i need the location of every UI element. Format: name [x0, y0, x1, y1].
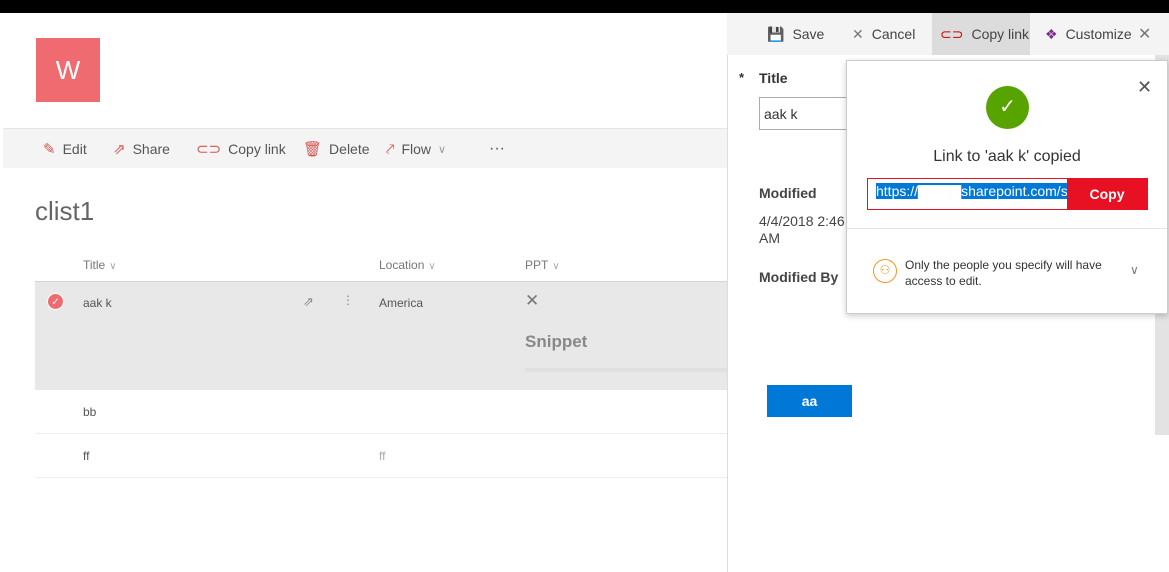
copied-message: Link to 'aak k' copied [933, 148, 1081, 165]
chevron-down-icon: ∨ [438, 143, 447, 156]
flow-button[interactable]: ⤤ Flow ∨ [386, 129, 446, 169]
ppt-error-icon: ✕ [525, 291, 540, 310]
row-location: America [379, 296, 424, 310]
title-header-label: Title [83, 258, 106, 272]
title-label: Title [759, 70, 788, 86]
list-title: clist1 [35, 196, 95, 226]
edit-label: Edit [62, 141, 87, 157]
customize-button[interactable]: ❖ Customize [1045, 13, 1132, 55]
delete-button[interactable]: 🗑 Delete [303, 129, 370, 169]
row-checkmark-icon[interactable]: ✓ [47, 293, 64, 310]
more-vertical-icon[interactable]: ⋮ [342, 293, 354, 307]
column-header-location[interactable]: Location ∨ [379, 258, 436, 272]
flow-icon: ⤤ [386, 140, 395, 158]
table-row[interactable]: ff ff [35, 434, 727, 478]
save-label: Save [792, 26, 825, 42]
modified-label: Modified [759, 185, 817, 201]
table-row[interactable]: ✓ aak k ⇗ ⋮ America ✕ Snippet [35, 281, 727, 390]
column-header-title[interactable]: Title ∨ [83, 258, 117, 272]
cancel-label: Cancel [871, 26, 916, 42]
permission-text: Only the people you specify will have ac… [905, 258, 1102, 288]
close-icon: ✕ [852, 25, 864, 42]
permission-settings-button[interactable]: ⚇ Only the people you specify will have … [847, 229, 1167, 313]
link-field: https://▇▇▇▇sharepoint.com/si Copy [867, 178, 1148, 210]
modified-value: 4/4/2018 2:46 AM [759, 213, 845, 246]
row-title[interactable]: aak k [83, 296, 112, 310]
chevron-down-icon: ∨ [1130, 263, 1139, 277]
cancel-button[interactable]: ✕ Cancel [852, 13, 915, 55]
top-bar [0, 0, 1169, 13]
more-button[interactable]: ··· [489, 129, 505, 169]
edit-button[interactable]: ✎ Edit [43, 129, 87, 169]
aa-button[interactable]: aa [767, 385, 852, 417]
required-mark: * [739, 70, 745, 85]
chevron-down-icon: ∨ [552, 261, 560, 272]
save-icon: 💾 [767, 25, 785, 42]
row-title[interactable]: ff [83, 449, 89, 463]
copy-button[interactable]: Copy [1067, 179, 1147, 209]
copy-link-button[interactable]: ⊂⊃ Copy link [932, 13, 1030, 55]
share-icon[interactable]: ⇗ [303, 294, 314, 310]
delete-label: Delete [329, 141, 370, 157]
ppt-header-label: PPT [525, 258, 549, 272]
link-icon: ⊂⊃ [196, 141, 222, 158]
column-header-ppt[interactable]: PPT ∨ [525, 258, 560, 272]
close-icon[interactable]: ✕ [1137, 77, 1152, 98]
copy-link-label: Copy link [228, 141, 286, 157]
title-input[interactable]: aak k [759, 97, 859, 130]
share-icon: ⇗ [113, 141, 126, 158]
chevron-down-icon: ∨ [428, 261, 436, 272]
modified-by-label: Modified By [759, 269, 839, 285]
customize-icon: ❖ [1045, 25, 1058, 42]
people-icon: ⚇ [873, 259, 897, 283]
success-check-icon: ✓ [986, 86, 1029, 129]
copy-link-popup: ✕ ✓ Link to 'aak k' copied https://▇▇▇▇s… [846, 60, 1168, 314]
panel-command-bar: 💾 Save ✕ Cancel ⊂⊃ Copy link ❖ Customize ✕ [727, 13, 1169, 55]
site-logo[interactable]: W [36, 38, 100, 102]
row-title[interactable]: bb [83, 405, 96, 419]
command-bar: ✎ Edit ⇗ Share ⊂⊃ Copy link 🗑 Delete ⤤ Flow ∨ … [3, 128, 727, 168]
customize-label: Customize [1065, 26, 1132, 42]
copy-link-label: Copy link [971, 26, 1030, 42]
copy-link-button[interactable]: ⊂⊃ Copy link [196, 129, 286, 169]
share-button[interactable]: ⇗ Share [113, 129, 170, 169]
chevron-down-icon: ∨ [109, 261, 117, 272]
table-row[interactable]: bb [35, 390, 727, 434]
close-panel-icon[interactable]: ✕ [1138, 13, 1151, 55]
snippet-placeholder [525, 368, 727, 372]
pencil-icon: ✎ [43, 141, 56, 158]
row-location: ff [379, 449, 386, 463]
ppt-snippet: Snippet [525, 332, 588, 351]
link-icon: ⊂⊃ [940, 25, 964, 42]
trash-icon: 🗑 [303, 141, 323, 158]
share-label: Share [132, 141, 170, 157]
link-url-input[interactable]: https://▇▇▇▇sharepoint.com/si [876, 183, 1067, 199]
save-button[interactable]: 💾 Save [767, 13, 824, 55]
location-header-label: Location [379, 258, 425, 272]
flow-label: Flow [401, 141, 432, 157]
